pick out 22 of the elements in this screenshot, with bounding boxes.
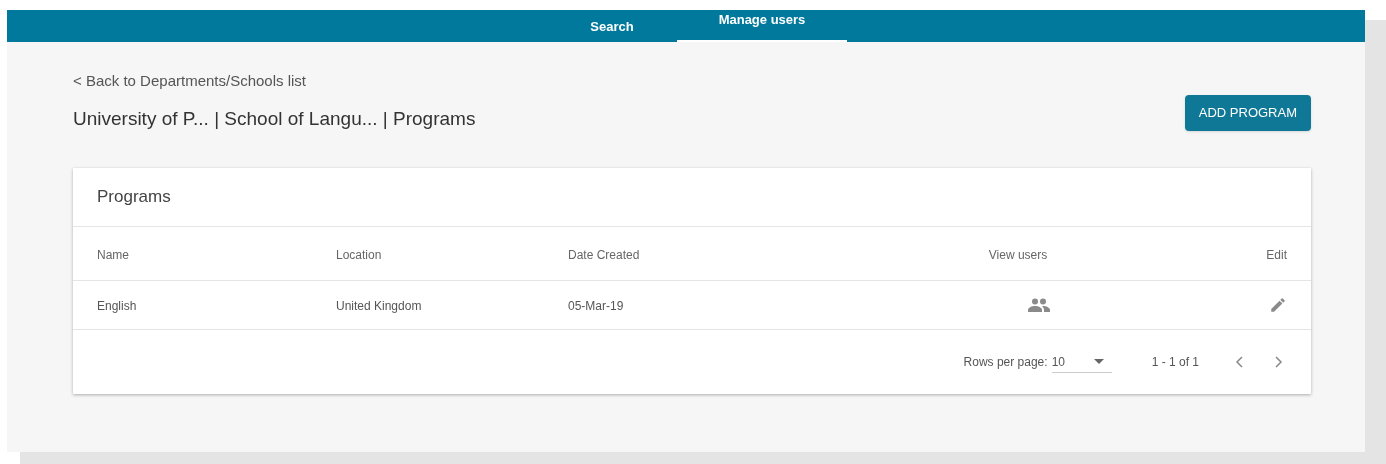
table-cell: 05-Mar-19 [568,299,624,313]
column-header: Date Created [568,247,640,262]
back-link[interactable]: < Back to Departments/Schools list [73,70,476,93]
breadcrumb: University of P... | School of Langu... | Programs [73,106,476,131]
column-header: Location [336,247,382,262]
pencil-icon[interactable] [1269,296,1287,314]
column-header: Edit [1266,247,1287,262]
column-header: View users [988,247,1048,262]
rows-per-page-select[interactable]: 10 [1051,351,1112,373]
chevron-left-icon [1235,356,1243,368]
rows-per-page-label: Rows per page: [963,354,1048,371]
column-header: Name [97,247,129,262]
page-range: 1 - 1 of 1 [1151,354,1199,371]
people-icon[interactable] [1028,298,1050,312]
add-program-button[interactable]: ADD PROGRAM [1184,95,1311,131]
nav-tab[interactable]: Search [547,10,677,42]
table-cell: English [97,299,137,313]
nav-tab[interactable]: Manage users [677,10,847,42]
table-cell: United Kingdom [336,299,422,313]
card-title: Programs [97,186,171,209]
chevron-right-icon [1275,356,1283,368]
caret-icon [1093,359,1104,364]
